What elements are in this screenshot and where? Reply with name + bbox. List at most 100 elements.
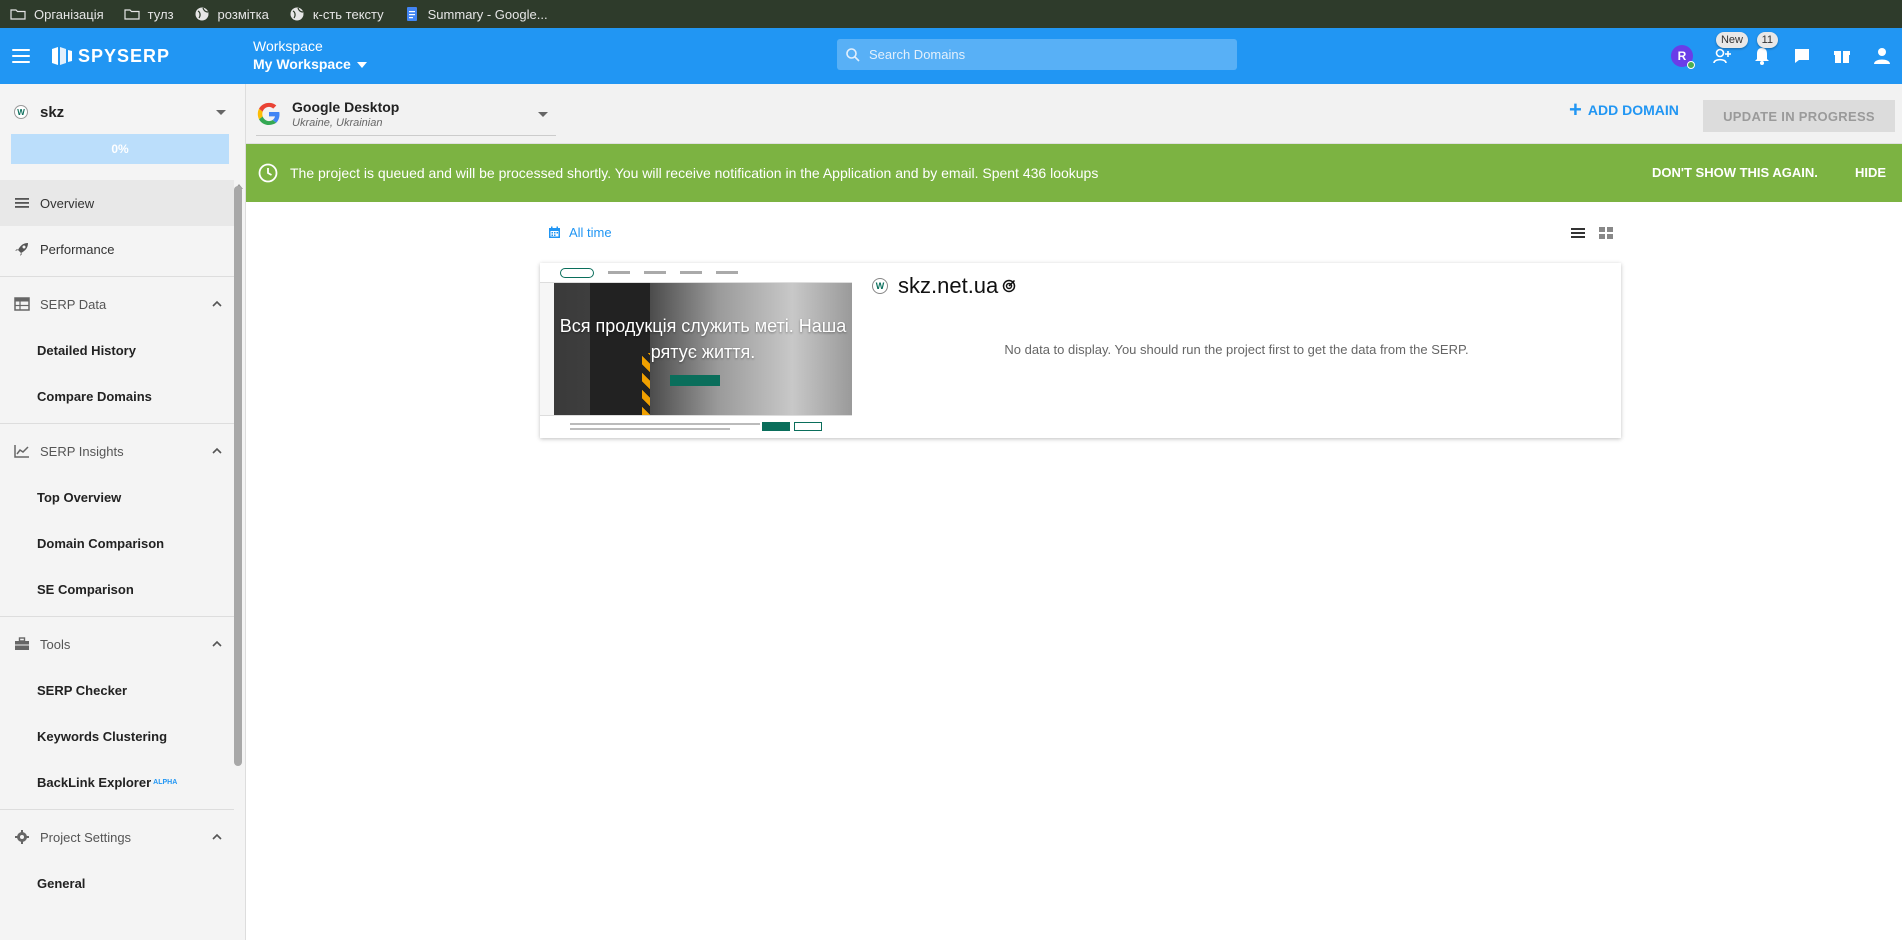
- chevron-up-icon[interactable]: [212, 446, 222, 456]
- project-name: skz: [40, 103, 65, 121]
- thumb-nav: [540, 263, 852, 283]
- sidebar-item-label: General: [37, 875, 86, 891]
- domain-name[interactable]: skz.net.ua: [898, 273, 998, 299]
- logo-icon: [52, 47, 72, 65]
- dont-show-again-button[interactable]: DON'T SHOW THIS AGAIN.: [1652, 165, 1818, 180]
- sidebar-item-content: SE Comparison: [37, 582, 134, 597]
- plus-icon: +: [1569, 97, 1582, 122]
- docs-icon: [404, 6, 420, 22]
- add-domain-button[interactable]: + ADD DOMAIN: [1569, 97, 1679, 122]
- caret-down-icon: [538, 112, 548, 117]
- table-icon: [14, 296, 30, 312]
- sidebar-item-content: General: [37, 876, 85, 891]
- list-view-icon[interactable]: [1569, 225, 1587, 241]
- search-input[interactable]: [869, 47, 1209, 62]
- scrollbar-thumb[interactable]: [234, 186, 242, 766]
- domain-heading: W skz.net.ua: [872, 273, 1016, 299]
- grid-view-icon[interactable]: [1597, 225, 1615, 241]
- sidebar-item-content: SERP Checker: [37, 683, 127, 698]
- header-icons: R New 11: [1662, 28, 1902, 84]
- bookmark-item[interactable]: к-сть тексту: [289, 6, 384, 22]
- sidebar-item-serp-checker[interactable]: SERP Checker: [0, 667, 234, 713]
- messages-button[interactable]: [1782, 28, 1822, 84]
- avatar-initial: R: [1677, 49, 1687, 63]
- sidebar-item-keywords-clustering[interactable]: Keywords Clustering: [0, 713, 234, 759]
- search-icon: [846, 47, 860, 62]
- bookmark-item[interactable]: тулз: [124, 6, 174, 22]
- spyserp-logo[interactable]: SPYSERP: [50, 45, 170, 67]
- invite-user-button[interactable]: New: [1702, 28, 1748, 84]
- workspace-value: My Workspace: [253, 56, 351, 72]
- sidebar-item-content: Compare Domains: [37, 389, 152, 404]
- bookmark-item[interactable]: Summary - Google...: [404, 6, 548, 22]
- sidebar-item-label: Tools: [40, 636, 71, 652]
- avatar-button[interactable]: R: [1662, 28, 1702, 84]
- sidebar-scrollbar[interactable]: [234, 180, 244, 940]
- chevron-up-icon[interactable]: [212, 299, 222, 309]
- search-box: [837, 39, 1237, 70]
- account-button[interactable]: [1862, 28, 1902, 84]
- notification-banner: The project is queued and will be proces…: [246, 144, 1902, 202]
- globe-icon: [289, 6, 305, 22]
- domain-card: Вся продукція служить меті. Наша рятує ж…: [540, 263, 1621, 438]
- thumb-title: Вся продукція служить меті. Наша рятує ж…: [559, 316, 847, 362]
- bookmark-label: розмітка: [217, 6, 269, 22]
- view-toggle: [1569, 225, 1587, 241]
- hide-banner-button[interactable]: HIDE: [1855, 165, 1886, 180]
- date-range-selector[interactable]: All time: [548, 225, 612, 240]
- calendar-icon: [549, 226, 560, 238]
- sidebar-item-content: Top Overview: [37, 490, 121, 505]
- chevron-up-icon[interactable]: [212, 832, 222, 842]
- project-selector[interactable]: W skz: [0, 84, 245, 140]
- sidebar-item-content: Keywords Clustering: [37, 729, 167, 744]
- sidebar-item-performance[interactable]: Performance: [0, 226, 234, 272]
- menu-icon[interactable]: [12, 49, 30, 63]
- top-header: SPYSERP Workspace My Workspace R New 11: [0, 28, 1902, 84]
- sidebar-item-content: Performance: [14, 241, 114, 257]
- sidebar-group-serp-insights[interactable]: SERP Insights: [0, 428, 234, 474]
- no-data-message: No data to display. You should run the p…: [1004, 342, 1469, 357]
- sidebar-item-content: SERP Data: [14, 296, 106, 312]
- sidebar-item-overview[interactable]: Overview: [0, 180, 234, 226]
- divider: [0, 276, 234, 277]
- bookmark-item[interactable]: розмітка: [194, 6, 269, 22]
- notifications-button[interactable]: 11: [1742, 28, 1782, 84]
- sidebar-group-serp-data[interactable]: SERP Data: [0, 281, 234, 327]
- update-button[interactable]: UPDATE IN PROGRESS: [1703, 100, 1895, 132]
- banner-message: The project is queued and will be proces…: [290, 165, 1099, 181]
- sidebar-item-label: Overview: [40, 195, 95, 211]
- folder-icon: [124, 6, 140, 22]
- sidebar-item-label: Domain Comparison: [37, 535, 165, 551]
- chevron-up-icon[interactable]: [212, 639, 222, 649]
- gift-icon: [1834, 51, 1850, 63]
- caret-down-icon[interactable]: [216, 110, 226, 115]
- sidebar-item-backlink-explorer[interactable]: BackLink Explorer ALPHA: [0, 759, 234, 805]
- sidebar-item-content: BackLink Explorer ALPHA: [37, 775, 177, 790]
- bookmark-item[interactable]: Організація: [10, 6, 104, 22]
- thumb-nav-item: [608, 271, 630, 274]
- rocket-icon: [14, 241, 30, 257]
- chat-icon: [1795, 49, 1809, 63]
- bell-icon: [1755, 48, 1769, 65]
- sidebar-item-content: Overview: [14, 195, 94, 211]
- sidebar-nav: Overview Performance SERP Data Detailed His…: [0, 180, 234, 906]
- view-toggle-grid: [1597, 225, 1615, 241]
- bookmark-label: Організація: [34, 6, 104, 22]
- target-icon[interactable]: [1002, 279, 1016, 293]
- sidebar-item-detailed-history[interactable]: Detailed History: [0, 327, 234, 373]
- sidebar-item-domain-comparison[interactable]: Domain Comparison: [0, 520, 234, 566]
- toolbox-icon: [14, 636, 30, 652]
- search-engine-selector[interactable]: Google Desktop Ukraine, Ukrainian: [256, 92, 556, 136]
- site-screenshot[interactable]: Вся продукція служить меті. Наша рятує ж…: [540, 263, 852, 438]
- sidebar-group-tools[interactable]: Tools: [0, 621, 234, 667]
- engine-title: Google Desktop: [292, 98, 400, 115]
- sidebar-item-se-comparison[interactable]: SE Comparison: [0, 566, 234, 612]
- thumb-nav-item: [716, 271, 738, 274]
- workspace-selector[interactable]: Workspace My Workspace: [253, 38, 367, 74]
- sidebar-item-compare-domains[interactable]: Compare Domains: [0, 373, 234, 419]
- sidebar-group-project-settings[interactable]: Project Settings: [0, 814, 234, 860]
- thumb-nav-item: [680, 271, 702, 274]
- sidebar-item-general[interactable]: General: [0, 860, 234, 906]
- sidebar-item-top-overview[interactable]: Top Overview: [0, 474, 234, 520]
- gift-button[interactable]: [1822, 28, 1862, 84]
